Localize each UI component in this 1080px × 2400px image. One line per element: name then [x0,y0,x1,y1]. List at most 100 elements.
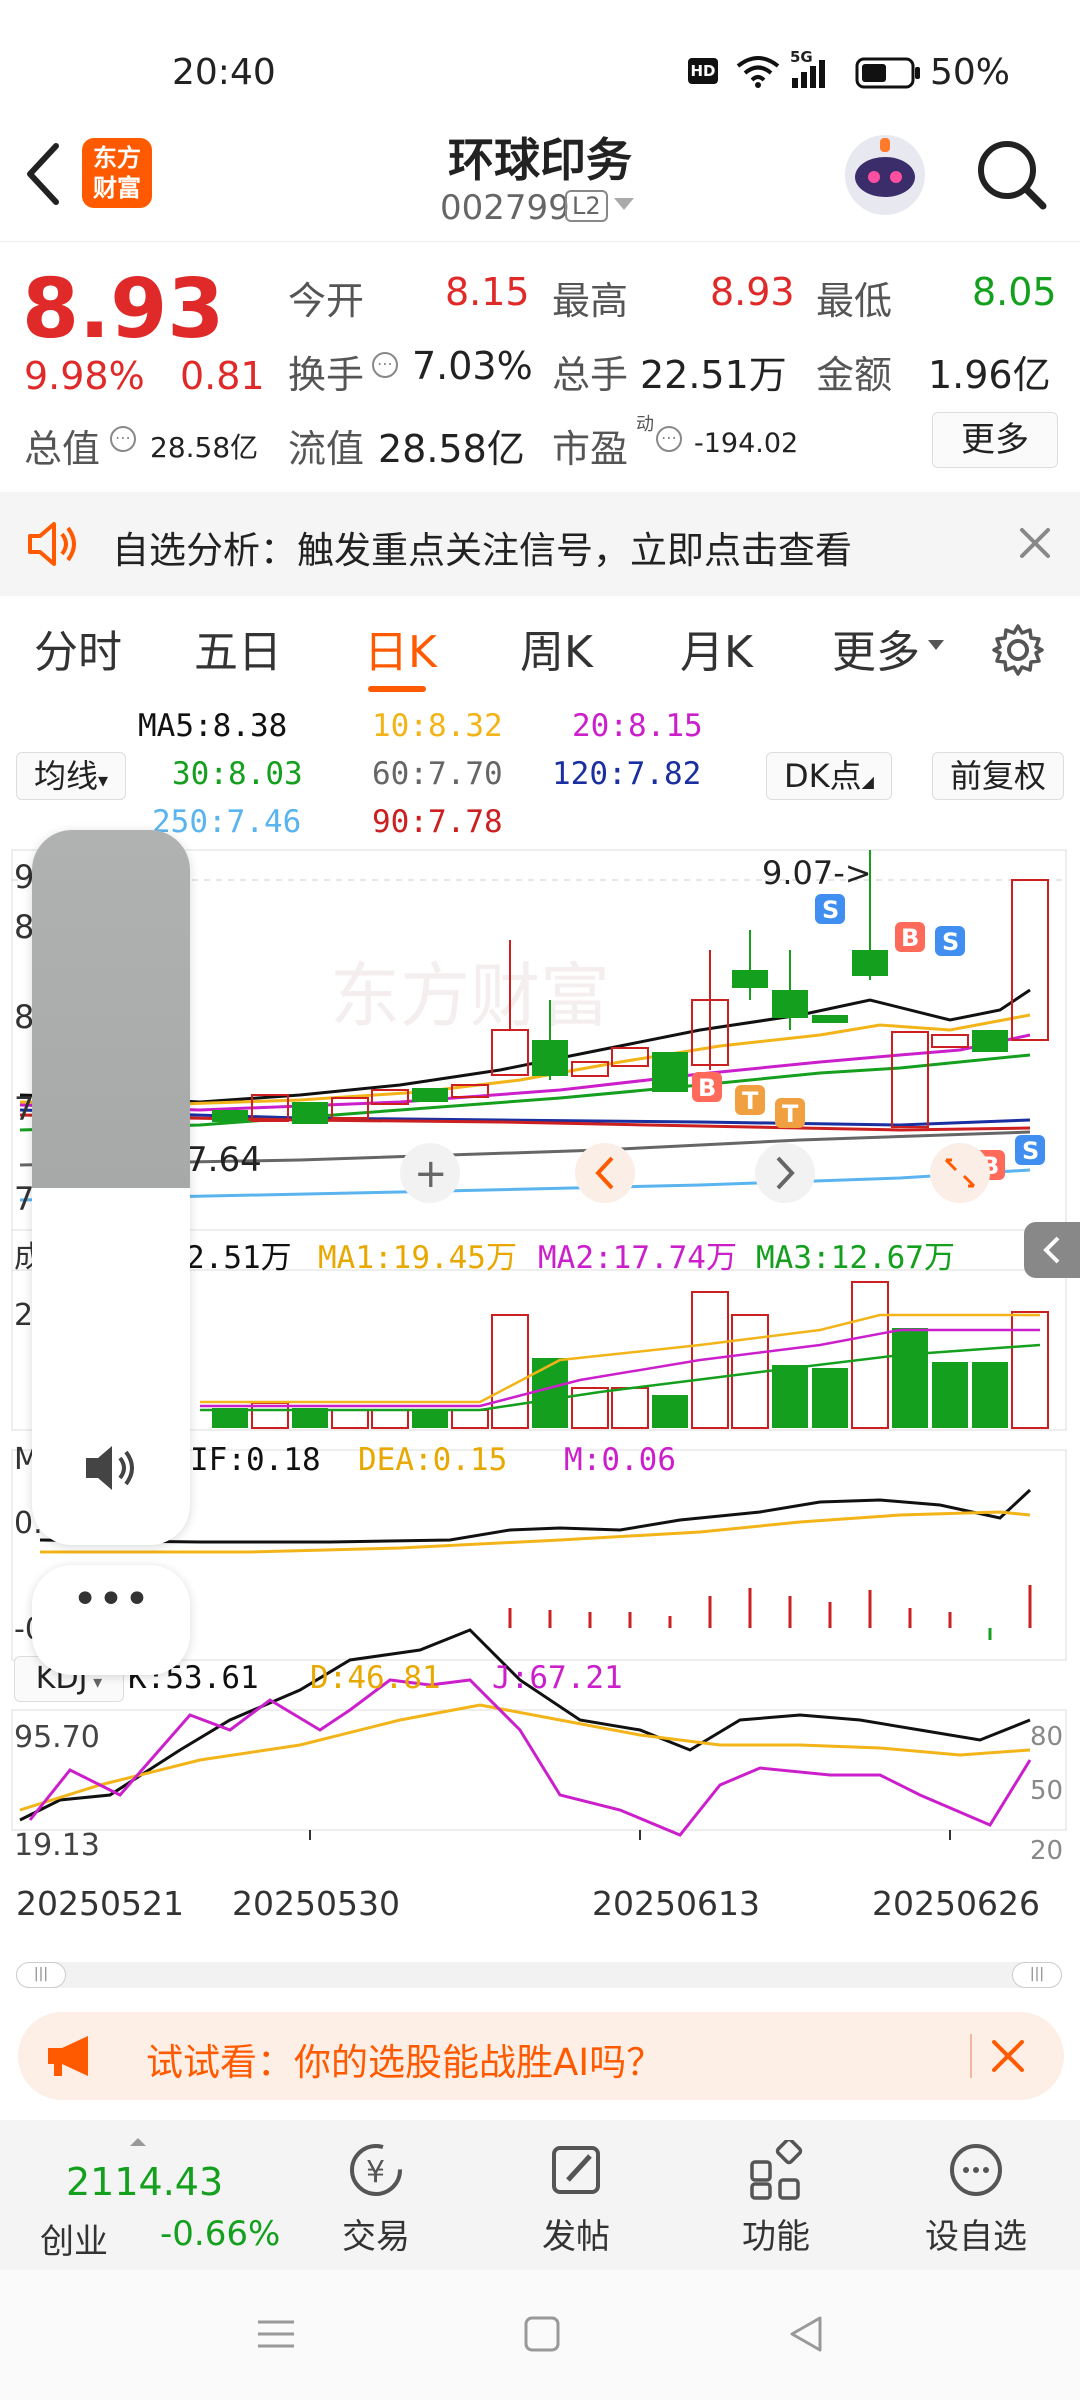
volume-slider-overlay[interactable] [32,830,190,1545]
amount-value: 1.96亿 [928,353,1051,397]
nav-functions[interactable]: 功能 [696,2137,856,2258]
ma5-label: MA5:8.38 [138,708,288,744]
change-percent: 9.98% [24,354,145,398]
kdj-j-line [28,1678,1032,1837]
high-value: 8.93 [710,270,795,314]
nav-post[interactable]: 发帖 [496,2140,656,2258]
tab-five-day[interactable]: 五日 [194,616,282,680]
index-name[interactable]: 创业 [40,2214,108,2263]
home-icon[interactable] [522,2314,562,2354]
vol-ma2-label: MA2:17.74万 [538,1240,737,1276]
speaker-icon [28,522,76,566]
vol-value: 2.51万 [186,1240,292,1276]
kdj-ref-20: 20 [1030,1836,1064,1866]
tab-more-dropdown-icon[interactable] [928,640,944,650]
mcap-label: 总值 [24,427,101,471]
turnover-label: 换手 [288,353,365,397]
speaker-volume-icon[interactable] [82,1440,142,1496]
date-label-3: 20250613 [592,1884,760,1923]
dk-point-corner-icon: ◢ [861,772,874,791]
ma120-label: 120:7.82 [552,756,702,792]
period-tabs: 分时 五日 日K 周K 月K 更多 [0,596,1080,706]
level-dropdown-icon[interactable] [614,198,634,210]
range-handle-right[interactable]: ||| [1012,1962,1062,1988]
edit-post-icon [552,2146,600,2194]
volume-slider-fill [32,830,190,1188]
kdj-type-dropdown-icon: ▾ [87,1672,103,1693]
svg-text:S: S [1022,1137,1039,1165]
last-price: 8.93 [22,262,225,357]
menu-icon[interactable] [256,2314,296,2354]
signal-ticker[interactable]: 自选分析：触发重点关注信号，立即点击查看 [0,492,1080,596]
ai-promo-banner[interactable]: 试试看：你的选股能战胜AI吗？ [18,2012,1064,2100]
low-price-label: 7.64 [186,1140,262,1180]
index-value[interactable]: 2114.43 [66,2160,223,2204]
close-icon[interactable] [1018,526,1052,560]
pe-sup: 动 [636,414,654,435]
date-ticks [309,1830,951,1840]
ma-type-button[interactable]: 均线▾ [16,752,126,800]
nav-trade[interactable]: ¥ 交易 [296,2140,456,2258]
more-options-button[interactable]: ••• [32,1565,190,1675]
expand-button[interactable] [930,1143,990,1203]
tab-daily-k[interactable]: 日K [364,616,437,680]
back-nav-icon[interactable] [786,2314,826,2354]
level-badge[interactable]: L2 [565,190,608,222]
date-label-2: 20250530 [232,1884,400,1923]
vol-y-tick: 2 [14,1298,34,1333]
svg-text:T: T [782,1100,799,1128]
dk-point-label: DK点 [784,757,862,795]
stock-code: 002799 [440,188,570,228]
hd-icon: HD [688,58,718,84]
svg-text:B: B [901,924,919,952]
range-scrollbar[interactable]: ||| ||| [16,1962,1062,1988]
side-panel-toggle[interactable] [1024,1222,1080,1278]
scroll-right-button[interactable] [755,1143,815,1203]
tab-monthly-k[interactable]: 月K [680,616,753,680]
close-icon[interactable] [990,2038,1026,2074]
dk-point-button[interactable]: DK点◢ [766,752,892,800]
ma-type-label: 均线 [33,757,98,795]
mcap-info-icon[interactable]: ⋯ [110,426,136,452]
volume-label: 总手 [552,353,629,397]
date-label-4: 20250626 [872,1884,1040,1923]
macd-dea-line [40,1510,1031,1554]
battery-icon [855,57,920,89]
robot-assistant-icon[interactable] [842,132,928,218]
search-icon[interactable] [975,138,1049,212]
nav-watchlist[interactable]: 设自选 [896,2140,1056,2258]
range-handle-left[interactable]: ||| [16,1962,66,1988]
more-quote-button[interactable]: 更多 [932,412,1058,468]
bottom-nav: 2114.43 创业 -0.66% ¥ 交易 发帖 功能 设自选 [0,2120,1080,2270]
tab-intraday[interactable]: 分时 [34,616,122,680]
turnover-info-icon[interactable]: ⋯ [372,352,398,378]
nav-watchlist-label: 设自选 [925,2217,1027,2257]
svg-text:B: B [698,1074,716,1102]
settings-gear-icon[interactable] [990,622,1046,678]
tab-more[interactable]: 更多 [832,616,920,680]
kdj-j-label: J:67.21 [492,1660,623,1696]
kdj-y-low: 19.13 [14,1828,100,1863]
kdj-d-line [19,1703,1031,1812]
index-change[interactable]: -0.66% [160,2214,280,2254]
ma-type-dropdown-icon: ▾ [97,768,109,792]
index-up-caret-icon [130,2138,146,2146]
nav-functions-label: 功能 [742,2217,810,2257]
tab-weekly-k[interactable]: 周K [520,616,593,680]
svg-text:S: S [822,896,839,924]
scroll-left-button[interactable] [575,1143,635,1203]
chevron-left-icon [1043,1236,1060,1264]
promo-text: 试试看：你的选股能战胜AI吗？ [146,2041,664,2084]
macd-dif-label: IF:0.18 [190,1442,321,1478]
adjust-mode-button[interactable]: 前复权 [932,752,1064,800]
pe-info-icon[interactable]: ⋯ [656,426,682,452]
float-value: 28.58亿 [378,427,525,471]
vol-ma3-label: MA3:12.67万 [756,1240,955,1276]
ellipsis-circle-icon [950,2144,1002,2196]
pe-label: 市盈 [552,427,629,471]
ticker-text: 自选分析：触发重点关注信号，立即点击查看 [112,529,852,572]
vol-ma1-label: MA1:19.45万 [318,1240,517,1276]
nav-trade-label: 交易 [342,2217,410,2257]
mcap-value: 28.58亿 [150,431,259,464]
tab-indicator [368,686,426,692]
